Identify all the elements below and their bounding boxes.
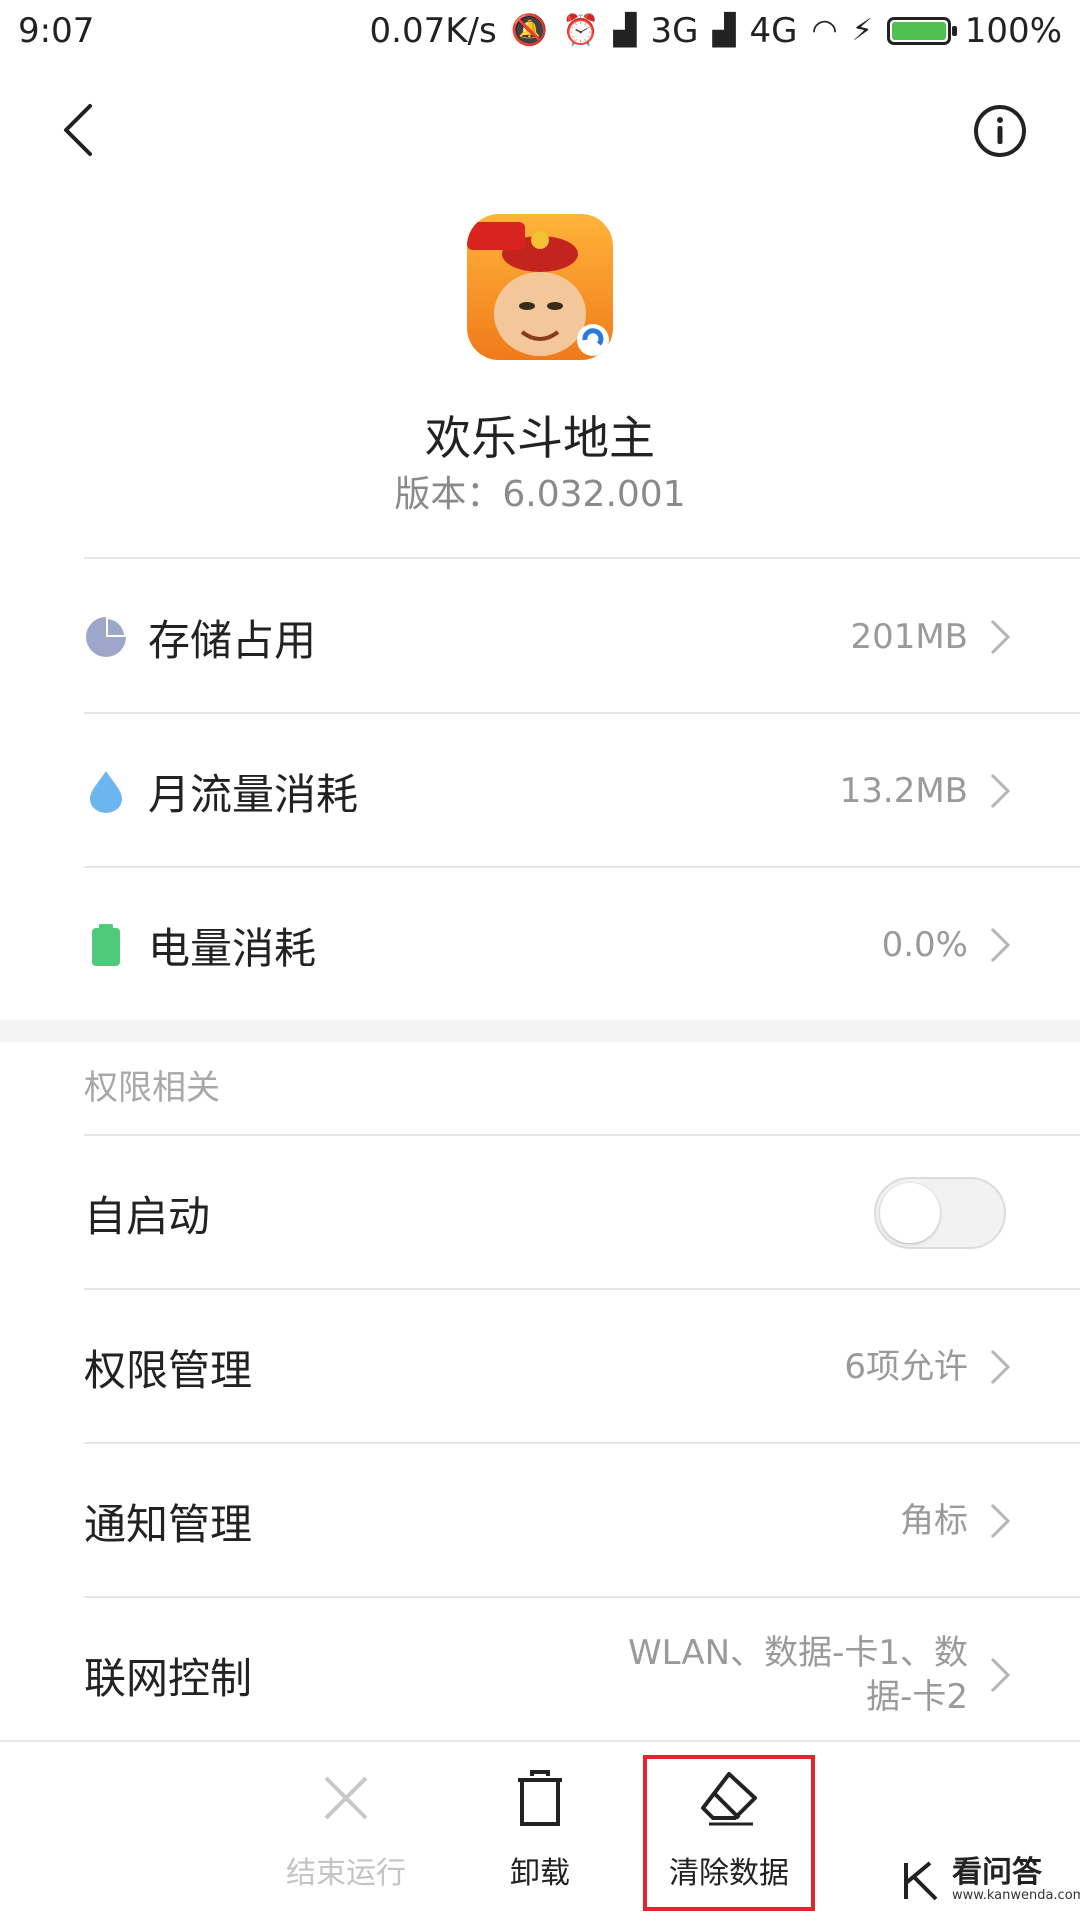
network-control-value: WLAN、数据-卡1、数 据-卡2 (628, 1631, 968, 1719)
chevron-right-icon (990, 773, 1011, 809)
storage-label: 存储占用 (148, 615, 317, 665)
battery-usage-icon (92, 924, 120, 966)
close-icon (324, 1776, 368, 1820)
force-stop-label: 结束运行 (286, 1856, 406, 1891)
uninstall-button[interactable]: 卸载 (450, 1768, 630, 1892)
signal-icon: ▟ (712, 13, 736, 48)
toggle-knob (880, 1183, 940, 1243)
info-icon[interactable] (972, 103, 1028, 159)
data-usage-label: 月流量消耗 (148, 769, 359, 819)
watermark-url: www.kanwenda.com (952, 1888, 1080, 1903)
chevron-right-icon (990, 1349, 1011, 1385)
notification-manage-value: 角标 (900, 1500, 968, 1541)
back-arrow-icon[interactable] (50, 100, 110, 160)
uninstall-label: 卸载 (510, 1856, 570, 1891)
sim2-network: 4G (749, 11, 798, 51)
net-speed: 0.07K/s (369, 11, 497, 51)
clear-data-highlight-box (643, 1755, 815, 1911)
status-time: 9:07 (18, 11, 95, 51)
storage-row[interactable]: 存储占用 201MB (84, 560, 1080, 714)
force-stop-button[interactable]: 结束运行 (256, 1768, 436, 1892)
status-bar: 9:07 0.07K/s 🔕 ⏰ ▟ 3G ▟ 4G ◠ ⚡ 100% (0, 0, 1080, 62)
mute-icon: 🔕 (510, 13, 549, 48)
data-usage-value: 13.2MB (839, 770, 968, 811)
signal-icon: ▟ (613, 13, 637, 48)
app-icon (467, 214, 613, 360)
app-version: 版本：6.032.001 (394, 474, 686, 515)
watermark: 看问答 www.kanwenda.com (900, 1858, 1080, 1903)
alarm-icon: ⏰ (562, 13, 600, 48)
storage-value: 201MB (850, 616, 968, 657)
kanwenda-logo-icon (904, 1860, 938, 1900)
chevron-right-icon (990, 927, 1011, 963)
autostart-label: 自启动 (84, 1191, 211, 1241)
chevron-right-icon (990, 1657, 1011, 1693)
battery-level: 100% (964, 11, 1062, 51)
notification-manage-row[interactable]: 通知管理 角标 (84, 1444, 1080, 1598)
charging-icon: ⚡ (851, 13, 873, 48)
battery-usage-row[interactable]: 电量消耗 0.0% (84, 868, 1080, 1022)
trash-icon (518, 1770, 562, 1826)
permission-manage-label: 权限管理 (84, 1345, 253, 1395)
permissions-section-title: 权限相关 (84, 1068, 220, 1108)
water-drop-icon (90, 771, 122, 813)
battery-icon (886, 17, 957, 45)
battery-usage-value: 0.0% (881, 924, 968, 965)
data-usage-row[interactable]: 月流量消耗 13.2MB (84, 714, 1080, 868)
chevron-right-icon (990, 619, 1011, 655)
storage-pie-icon (86, 617, 126, 657)
autostart-toggle[interactable] (874, 1177, 1006, 1249)
notification-manage-label: 通知管理 (84, 1499, 253, 1549)
permission-manage-row[interactable]: 权限管理 6项允许 (84, 1290, 1080, 1444)
network-control-value-line2: 据-卡2 (866, 1677, 968, 1717)
app-name: 欢乐斗地主 (425, 411, 655, 465)
permission-manage-value: 6项允许 (844, 1346, 968, 1387)
wifi-icon: ◠ (811, 13, 838, 48)
sim1-network: 3G (650, 11, 699, 51)
network-control-value-line1: WLAN、数据-卡1、数 (628, 1632, 968, 1673)
watermark-text: 看问答 (952, 1855, 1042, 1890)
network-control-label: 联网控制 (84, 1653, 253, 1703)
section-separator (0, 1020, 1080, 1042)
autostart-row: 自启动 (84, 1136, 1080, 1290)
chevron-right-icon (990, 1503, 1011, 1539)
network-control-row[interactable]: 联网控制 WLAN、数据-卡1、数 据-卡2 (84, 1598, 1080, 1752)
divider (84, 557, 1080, 559)
battery-usage-label: 电量消耗 (148, 923, 317, 973)
